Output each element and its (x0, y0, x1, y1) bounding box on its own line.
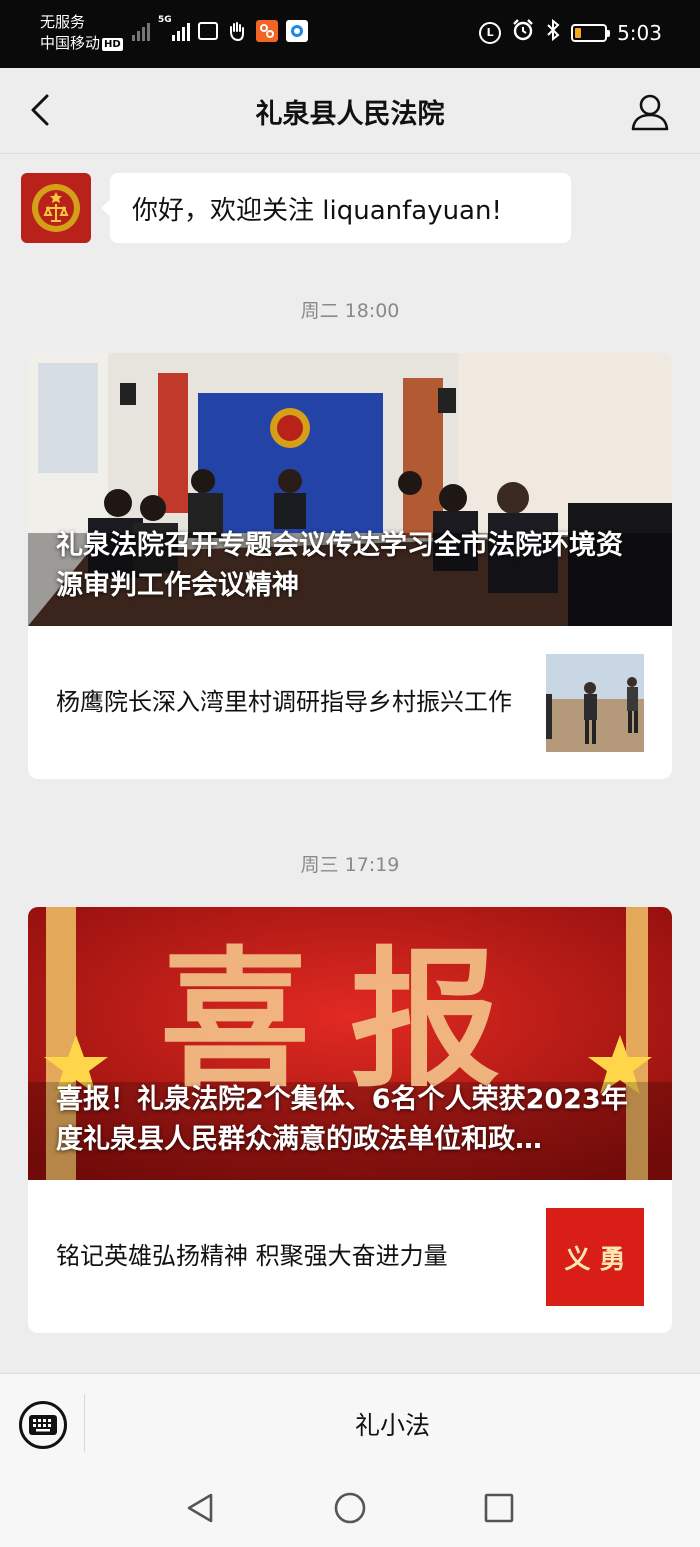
article-sub-item[interactable]: 铭记英雄弘扬精神 积聚强大奋进力量 义 勇 (28, 1180, 672, 1333)
circle-home-icon (334, 1492, 366, 1524)
signal-icon-empty (132, 21, 150, 41)
app-notification-icon (256, 20, 278, 42)
browser-notification-icon (286, 20, 308, 42)
keyboard-icon (29, 1415, 57, 1435)
article-thumbnail: 义 勇 (546, 1208, 644, 1306)
battery-icon (571, 23, 611, 42)
article-cover-title: 喜报！礼泉法院2个集体、6名个人荣获2023年度礼泉县人民群众满意的政法单位和政… (56, 1084, 628, 1155)
article-sub-item[interactable]: 杨鹰院长深入湾里村调研指导乡村振兴工作 (28, 626, 672, 779)
nav-recents-button[interactable] (482, 1491, 516, 1525)
carrier-line2: 中国移动 (40, 34, 101, 52)
alarm-icon (511, 18, 535, 47)
status-icons: 5G (132, 15, 308, 42)
bluetooth-icon (545, 18, 561, 47)
article-card: 喜报 喜报！礼泉法院2个集体、6名个人荣获2023年度礼泉县人民群众满意的政法单… (28, 907, 672, 1333)
sd-card-icon (198, 22, 218, 40)
bottom-menu-bar: 礼小法 (0, 1373, 700, 1473)
article-card: 礼泉法院召开专题会议传达学习全市法院环境资源审判工作会议精神 杨鹰院长深入湾里村… (28, 353, 672, 779)
article-cover-title: 礼泉法院召开专题会议传达学习全市法院环境资源审判工作会议精神 (56, 530, 623, 601)
article-cover[interactable]: 礼泉法院召开专题会议传达学习全市法院环境资源审判工作会议精神 (28, 353, 672, 626)
menu-item-lixiaofa[interactable]: 礼小法 (85, 1374, 700, 1474)
hand-icon (226, 20, 248, 42)
system-nav-bar (0, 1473, 700, 1547)
user-icon (631, 94, 669, 131)
article-sub-title: 杨鹰院长深入湾里村调研指导乡村振兴工作 (56, 688, 512, 716)
banner-text: 喜报 (159, 931, 540, 1108)
article-sub-title: 铭记英雄弘扬精神 积聚强大奋进力量 (56, 1242, 448, 1270)
court-avatar[interactable] (21, 173, 91, 243)
court-emblem-icon (32, 184, 80, 232)
article-thumbnail (546, 654, 644, 752)
message-time: 周三 17:19 (300, 854, 400, 876)
carrier-info: 无服务 中国移动 HD (40, 12, 123, 54)
status-bar: 无服务 中国移动 HD 5G L 5:03 (0, 0, 700, 68)
hd-badge: HD (102, 38, 123, 51)
carrier-line1: 无服务 (40, 13, 86, 31)
greeting-text: 你好，欢迎关注 liquanfayuan! (132, 195, 502, 226)
square-recents-icon (484, 1493, 514, 1523)
greeting-bubble: 你好，欢迎关注 liquanfayuan! (101, 173, 571, 243)
signal-5g-icon: 5G (158, 15, 190, 41)
thumbnail-text: 义 勇 (564, 1244, 626, 1275)
hd-call-icon: L (479, 21, 502, 44)
nav-home-button[interactable] (333, 1491, 367, 1525)
page-title: 礼泉县人民法院 (255, 99, 445, 130)
message-time: 周二 18:00 (300, 300, 400, 322)
article-cover[interactable]: 喜报 喜报！礼泉法院2个集体、6名个人荣获2023年度礼泉县人民群众满意的政法单… (28, 907, 672, 1180)
keyboard-toggle-button[interactable] (19, 1401, 67, 1449)
clock: 5:03 (617, 20, 662, 45)
profile-button[interactable] (630, 92, 670, 132)
status-right: L 5:03 (479, 18, 662, 47)
nav-back-button[interactable] (183, 1491, 217, 1525)
triangle-back-icon (187, 1493, 213, 1523)
chat-header: 礼泉县人民法院 (0, 68, 700, 154)
